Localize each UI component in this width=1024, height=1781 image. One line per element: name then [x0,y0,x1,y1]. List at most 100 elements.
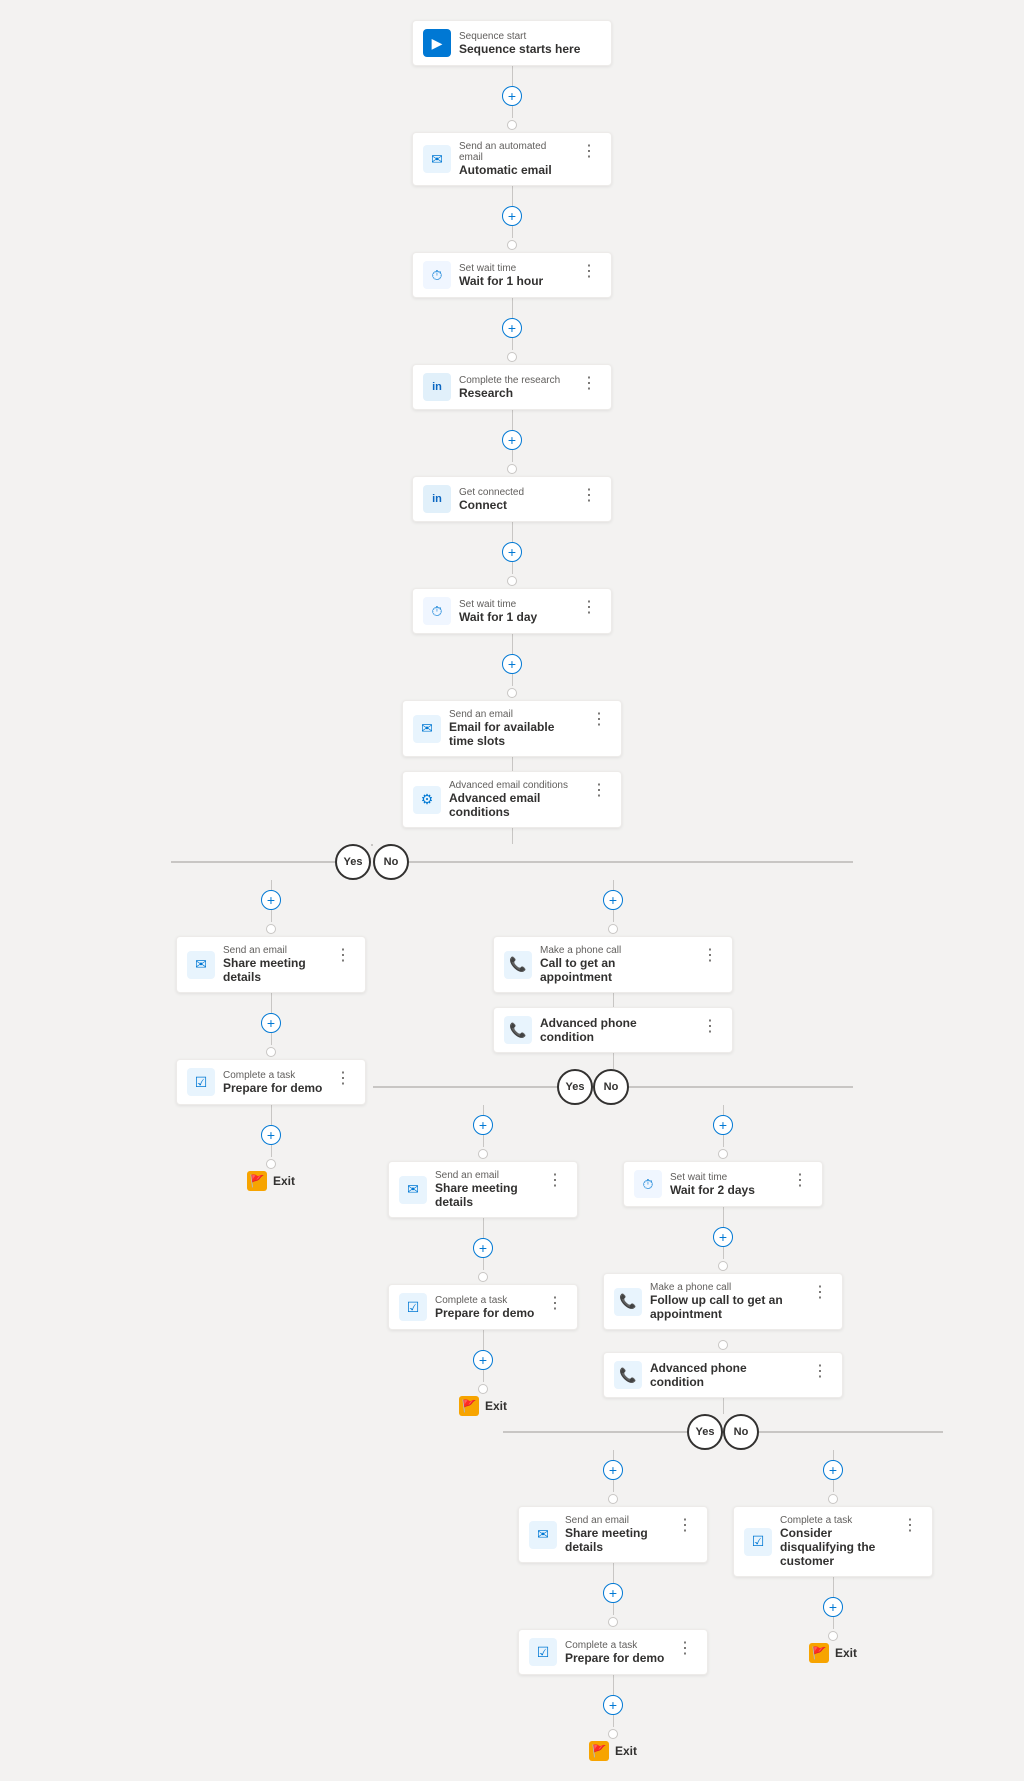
h-line-yes-l1 [171,861,335,863]
disqualify-icon: ☑ [744,1528,772,1556]
add-btn-yes2-l3[interactable]: + [603,1583,623,1603]
exit-l3-no-node: 🚩 Exit [809,1643,857,1663]
share-meeting-l2-card[interactable]: ✉ Send an email Share meeting details ⋮ [388,1161,578,1218]
prepare-demo-l1-card[interactable]: ☑ Complete a task Prepare for demo ⋮ [176,1059,366,1105]
h-yes-l3 [503,1431,687,1433]
add-btn-no-l1[interactable]: + [603,890,623,910]
add-btn-6[interactable]: + [502,654,522,674]
exit-l3-label: Exit [615,1744,637,1758]
disqualify-more-btn[interactable]: ⋮ [898,1515,922,1535]
connect-card[interactable]: in Get connected Connect ⋮ [412,476,612,522]
add-btn-yes-l1[interactable]: + [261,890,281,910]
call-more-btn[interactable]: ⋮ [698,945,722,965]
line-exit-l1a [271,1105,272,1125]
prepare-demo-l2-card[interactable]: ☑ Complete a task Prepare for demo ⋮ [388,1284,578,1330]
add-btn-exit-l2[interactable]: + [473,1350,493,1370]
share-l1-more-btn[interactable]: ⋮ [331,945,355,965]
followup-more-btn[interactable]: ⋮ [808,1282,832,1302]
wait-2days-card[interactable]: ⏱ Set wait time Wait for 2 days ⋮ [623,1161,823,1207]
automatic-email-card[interactable]: ✉ Send an automated email Automatic emai… [412,132,612,186]
h-yes-l2 [373,1086,557,1088]
share-meeting-l1-card[interactable]: ✉ Send an email Share meeting details ⋮ [176,936,366,993]
no-branch-l3: No + ☑ [723,1414,943,1663]
wait-1hour-card[interactable]: ⏱ Set wait time Wait for 1 hour ⋮ [412,252,612,298]
task-l3-more-btn[interactable]: ⋮ [673,1638,697,1658]
wait2d-more-btn[interactable]: ⋮ [788,1170,812,1190]
share-l3-more-btn[interactable]: ⋮ [673,1515,697,1535]
advanced-email-card[interactable]: ⚙ Advanced email conditions Advanced ema… [402,771,622,828]
share-l1-subtitle: Send an email [223,945,323,956]
add-btn-yes2-l2[interactable]: + [473,1238,493,1258]
task-l1-content: Complete a task Prepare for demo [223,1070,323,1095]
circle3 [507,352,517,362]
line-yes-l3b [613,1480,614,1492]
wait-1day-card[interactable]: ⏱ Set wait time Wait for 1 day ⋮ [412,588,612,634]
sequence-start-card[interactable]: ▶ Sequence start Sequence starts here [412,20,612,66]
disqualify-card[interactable]: ☑ Complete a task Consider disqualifying… [733,1506,933,1577]
wait1h-title: Wait for 1 hour [459,274,569,288]
add-btn-1[interactable]: + [502,86,522,106]
line-yes-l3a [613,1450,614,1460]
add-btn-no-l3[interactable]: + [823,1460,843,1480]
add-btn-2[interactable]: + [502,206,522,226]
disqualify-subtitle: Complete a task [780,1515,890,1526]
line2 [512,186,513,206]
add-btn-no-l2[interactable]: + [713,1115,733,1135]
call-appointment-card[interactable]: 📞 Make a phone call Call to get an appoi… [493,936,733,993]
line-yes-l1a [271,880,272,890]
adv-phone-l1-card[interactable]: 📞 Advanced phone condition ⋮ [493,1007,733,1053]
wait1d-icon: ⏱ [423,597,451,625]
yes-label-l3: Yes [687,1414,723,1450]
wait1h-more-btn[interactable]: ⋮ [577,261,601,281]
exit-l2-icon: 🚩 [459,1396,479,1416]
research-more-btn[interactable]: ⋮ [577,373,601,393]
share-l2-more-btn[interactable]: ⋮ [543,1170,567,1190]
call-content: Make a phone call Call to get an appoint… [540,945,690,984]
followup-call-card[interactable]: 📞 Make a phone call Follow up call to ge… [603,1273,843,1330]
add-btn-yes-l2[interactable]: + [473,1115,493,1135]
add-btn-wait2d[interactable]: + [713,1227,733,1247]
task-l1-more-btn[interactable]: ⋮ [331,1068,355,1088]
advphone-l1-more-btn[interactable]: ⋮ [698,1016,722,1036]
research-card[interactable]: in Complete the research Research ⋮ [412,364,612,410]
add-btn-disqualify[interactable]: + [823,1597,843,1617]
circle4 [507,464,517,474]
line6b [512,674,513,686]
circle-exit-l2 [478,1384,488,1394]
line-exit-l2a [483,1330,484,1350]
circle-wait2d [718,1261,728,1271]
task-l2-more-btn[interactable]: ⋮ [543,1293,567,1313]
advphone-l2-more-btn[interactable]: ⋮ [808,1361,832,1381]
research-title: Research [459,386,569,400]
wait2d-icon: ⏱ [634,1170,662,1198]
email-timeslots-card[interactable]: ✉ Send an email Email for available time… [402,700,622,757]
research-subtitle: Complete the research [459,375,569,386]
add-btn-yes2-l1[interactable]: + [261,1013,281,1033]
add-btn-3[interactable]: + [502,318,522,338]
share-l3-content: Send an email Share meeting details [565,1515,665,1554]
timeslots-more-btn[interactable]: ⋮ [587,709,611,729]
adv-phone-l2-card[interactable]: 📞 Advanced phone condition ⋮ [603,1352,843,1398]
wait1d-more-btn[interactable]: ⋮ [577,597,601,617]
email-content: Send an automated email Automatic email [459,141,569,177]
line-exit-l3a [613,1675,614,1695]
conn-advphone-l2-down [723,1398,724,1414]
circle-yes2-l3 [608,1617,618,1627]
advphone-l1-content: Advanced phone condition [540,1016,690,1044]
add-btn-4[interactable]: + [502,430,522,450]
wait1d-content: Set wait time Wait for 1 day [459,599,569,624]
advemail-more-btn[interactable]: ⋮ [587,780,611,800]
prepare-demo-l3-card[interactable]: ☑ Complete a task Prepare for demo ⋮ [518,1629,708,1675]
share-meeting-l3-card[interactable]: ✉ Send an email Share meeting details ⋮ [518,1506,708,1563]
connect-more-btn[interactable]: ⋮ [577,485,601,505]
line6 [512,634,513,654]
add-btn-exit-l1[interactable]: + [261,1125,281,1145]
task-l1-title: Prepare for demo [223,1081,323,1095]
task-l3-subtitle: Complete a task [565,1640,665,1651]
add-btn-exit-l3[interactable]: + [603,1695,623,1715]
circle-yes-l1 [266,924,276,934]
email-more-btn[interactable]: ⋮ [577,141,601,161]
add-btn-5[interactable]: + [502,542,522,562]
task-l3-icon: ☑ [529,1638,557,1666]
add-btn-yes-l3[interactable]: + [603,1460,623,1480]
